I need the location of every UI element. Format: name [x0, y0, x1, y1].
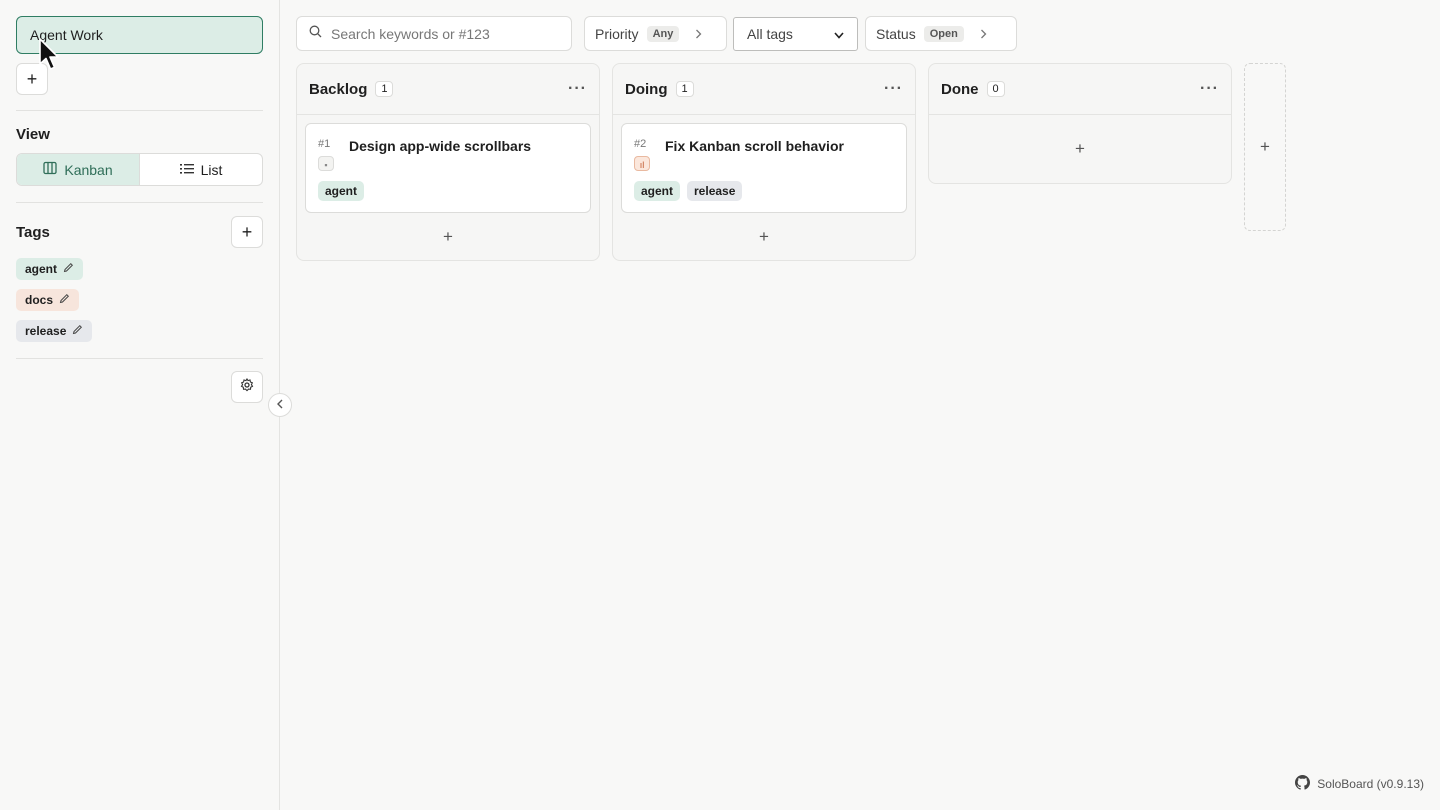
column-done: Done 0 ··· +	[928, 63, 1232, 184]
add-card-button[interactable]: +	[613, 213, 915, 260]
chevron-right-icon	[695, 26, 702, 42]
column-title: Doing	[625, 80, 668, 98]
column-count: 1	[375, 81, 394, 97]
card-title: Fix Kanban scroll behavior	[665, 138, 844, 154]
card-tag: agent	[634, 181, 681, 201]
list-view-label: List	[200, 161, 223, 178]
medium-priority-icon: ıl	[634, 156, 650, 171]
list-view-button[interactable]: List	[140, 154, 262, 185]
task-card[interactable]: #1 Design app-wide scrollbars ▪ agent	[305, 123, 591, 213]
column-title: Backlog	[309, 80, 368, 98]
more-options-icon[interactable]: ···	[1200, 80, 1219, 98]
task-card[interactable]: #2 Fix Kanban scroll behavior ıl agent r…	[621, 123, 907, 213]
priority-filter[interactable]: Priority Any	[584, 16, 727, 51]
add-card-button[interactable]: +	[929, 115, 1231, 183]
low-priority-icon: ▪	[318, 156, 334, 171]
more-options-icon[interactable]: ···	[568, 80, 587, 98]
status-filter-value: Open	[923, 25, 964, 42]
sidebar-divider	[16, 202, 263, 203]
card-id: #1	[318, 138, 331, 150]
card-tags: agent	[318, 181, 365, 201]
add-tag-button[interactable]: +	[231, 216, 263, 248]
card-tag: release	[687, 181, 743, 201]
pencil-icon[interactable]	[63, 262, 74, 276]
column-backlog: Backlog 1 ··· #1 Design app-wide scrollb…	[296, 63, 600, 261]
tags-select[interactable]: All tags	[733, 17, 858, 51]
priority-filter-value: Any	[646, 25, 680, 42]
card-id: #2	[634, 138, 647, 150]
column-doing: Doing 1 ··· #2 Fix Kanban scroll behavio…	[612, 63, 916, 261]
card-tags: agent release	[634, 181, 743, 201]
card-title: Design app-wide scrollbars	[349, 138, 532, 154]
view-toggle: Kanban List	[16, 153, 263, 186]
priority-filter-label: Priority	[595, 25, 639, 42]
tag-label: agent	[25, 262, 58, 276]
gear-icon	[240, 377, 254, 397]
search-field[interactable]	[296, 16, 572, 51]
card-tag: agent	[318, 181, 365, 201]
column-title: Done	[941, 80, 979, 98]
tags-select-value: All tags	[747, 26, 793, 42]
sidebar-divider	[16, 358, 263, 359]
version-label[interactable]: SoloBoard (v0.9.13)	[1317, 777, 1424, 791]
column-header: Doing 1 ···	[613, 64, 915, 115]
list-icon	[179, 162, 194, 178]
tag-label: release	[25, 324, 67, 338]
status-filter-label: Status	[876, 25, 916, 42]
columns-icon	[43, 161, 58, 178]
pencil-icon[interactable]	[59, 293, 70, 307]
search-icon	[309, 25, 322, 43]
add-card-button[interactable]: +	[297, 213, 599, 260]
chevron-left-icon	[276, 396, 284, 414]
kanban-view-label: Kanban	[64, 161, 113, 178]
kanban-view-button[interactable]: Kanban	[17, 154, 140, 185]
pencil-icon[interactable]	[72, 324, 83, 338]
footer: SoloBoard (v0.9.13)	[1295, 775, 1424, 793]
chevron-right-icon	[980, 26, 987, 42]
more-options-icon[interactable]: ···	[884, 80, 903, 98]
column-header: Done 0 ···	[929, 64, 1231, 115]
sidebar-divider	[16, 110, 263, 111]
settings-button[interactable]	[231, 371, 263, 403]
chevron-down-icon	[834, 26, 844, 42]
column-count: 0	[986, 81, 1005, 97]
tags-section-title: Tags	[16, 224, 50, 241]
mouse-cursor-icon	[38, 38, 62, 77]
view-section-title: View	[16, 126, 50, 143]
sidebar: Agent Work + View Kanban List Tags + age…	[0, 0, 280, 810]
status-filter[interactable]: Status Open	[865, 16, 1017, 51]
column-count: 1	[675, 81, 694, 97]
collapse-sidebar-button[interactable]	[268, 393, 292, 417]
github-icon[interactable]	[1295, 775, 1311, 793]
tag-label: docs	[25, 293, 54, 307]
sidebar-tag-docs[interactable]: docs	[16, 289, 80, 311]
add-column-button[interactable]: +	[1244, 63, 1286, 231]
sidebar-tag-agent[interactable]: agent	[16, 258, 84, 280]
sidebar-tag-release[interactable]: release	[16, 320, 93, 342]
column-header: Backlog 1 ···	[297, 64, 599, 115]
search-input[interactable]	[331, 25, 551, 42]
